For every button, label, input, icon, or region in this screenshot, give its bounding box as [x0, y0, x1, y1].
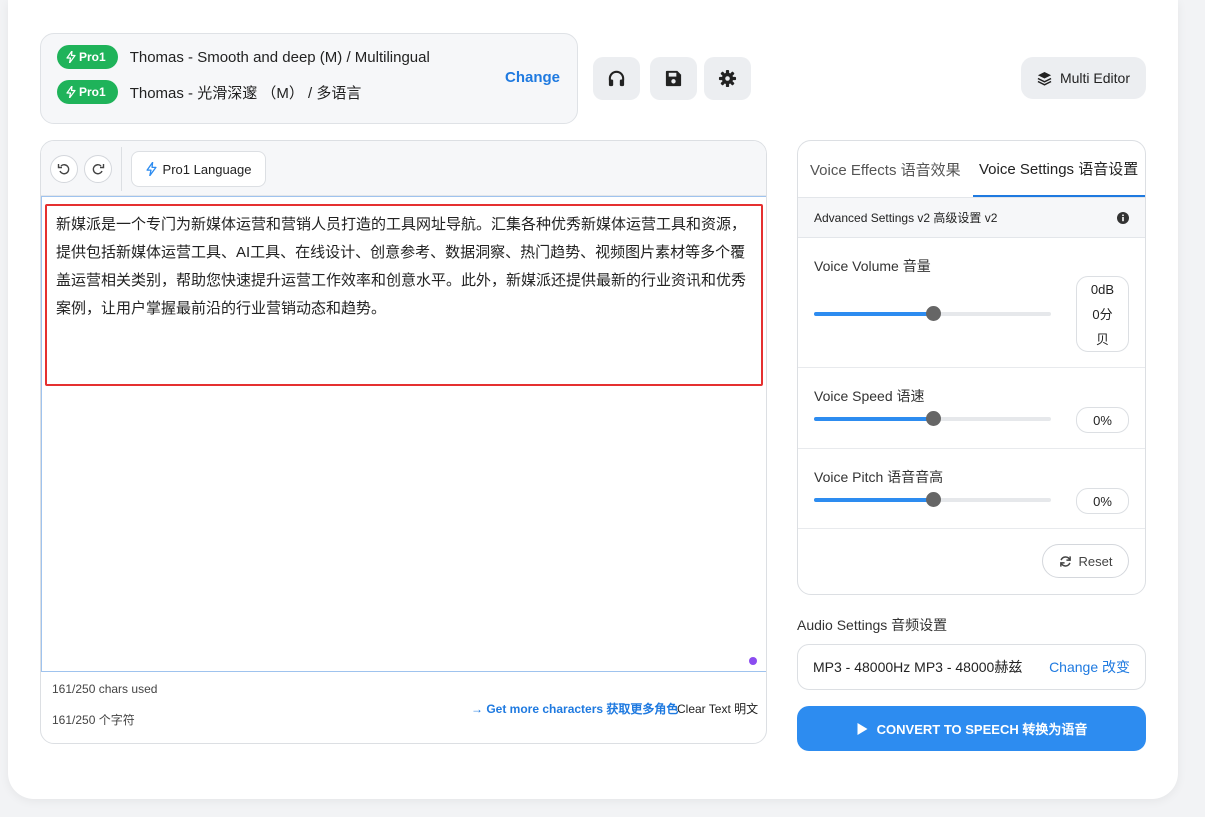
speed-slider-thumb[interactable]: [925, 411, 941, 426]
volume-slider-fill: [814, 312, 933, 316]
toolbar-divider: [121, 147, 122, 191]
language-label: Pro1 Language: [162, 161, 252, 177]
volume-value-line3: 贝: [1095, 331, 1109, 347]
undo-button[interactable]: [50, 155, 78, 183]
resize-dot: [749, 657, 757, 665]
pitch-slider-thumb[interactable]: [925, 492, 941, 507]
volume-value-line2: 0分: [1092, 306, 1113, 322]
tab-voice-effects[interactable]: Voice Effects 语音效果: [810, 141, 961, 197]
advanced-settings-bar: Advanced Settings v2 高级设置 v2: [798, 197, 1145, 238]
gear-icon: [718, 69, 737, 88]
change-audio-button[interactable]: Change 改变: [1049, 657, 1130, 677]
chars-used-en: 161/250 chars used: [52, 682, 158, 696]
voice-row-secondary: Pro1 Thomas - 光滑深邃 （M） / 多语言: [57, 80, 361, 104]
language-button[interactable]: Pro1 Language: [131, 151, 266, 187]
pitch-section: Voice Pitch 语音音高 0%: [798, 449, 1145, 529]
pitch-slider-fill: [814, 498, 933, 502]
voice-selector[interactable]: Pro1 Thomas - Smooth and deep (M) / Mult…: [40, 33, 578, 124]
audio-format: MP3 - 48000Hz MP3 - 48000赫兹: [813, 659, 1023, 675]
lightning-icon: [66, 51, 76, 63]
clear-text-button[interactable]: Clear Text 明文: [677, 700, 758, 717]
pro-badge-label: Pro1: [79, 50, 106, 64]
advanced-settings-label: Advanced Settings v2 高级设置 v2: [814, 211, 998, 225]
text-editor: Pro1 Language 新媒派是一个专门为新媒体运营和营销人员打造的工具网址…: [40, 140, 767, 744]
volume-label: Voice Volume 音量: [814, 258, 931, 274]
tab-voice-settings[interactable]: Voice Settings 语音设置: [973, 141, 1145, 197]
volume-value-line1: 0dB: [1090, 281, 1115, 297]
redo-icon: [92, 164, 105, 175]
headphones-icon: [608, 70, 625, 87]
settings-panel: Voice Effects 语音效果 Voice Settings 语音设置 A…: [797, 140, 1146, 595]
refresh-icon: [1059, 555, 1071, 567]
undo-icon: [57, 164, 70, 175]
pro-badge-label: Pro1: [79, 85, 106, 99]
volume-slider[interactable]: [814, 306, 1051, 321]
preview-button[interactable]: [593, 57, 640, 100]
save-icon: [665, 70, 682, 87]
convert-label: CONVERT TO SPEECH 转换为语音: [876, 722, 1088, 737]
reset-label: Reset: [1078, 553, 1113, 569]
speed-section: Voice Speed 语速 0%: [798, 368, 1145, 449]
voice-name-secondary: Thomas - 光滑深邃 （M） / 多语言: [129, 84, 362, 102]
reset-button[interactable]: Reset: [1042, 544, 1129, 578]
editor-toolbar: Pro1 Language: [41, 141, 766, 196]
text-selection-highlight: [45, 204, 763, 386]
voice-row-primary: Pro1 Thomas - Smooth and deep (M) / Mult…: [57, 45, 430, 69]
text-input[interactable]: 新媒派是一个专门为新媒体运营和营销人员打造的工具网址导航。汇集各种优秀新媒体运营…: [41, 196, 766, 672]
chars-used-zh: 161/250 个字符: [52, 713, 135, 727]
speed-label: Voice Speed 语速: [814, 388, 925, 404]
play-icon: [857, 722, 868, 735]
pro-badge: Pro1: [57, 80, 118, 104]
speed-slider-fill: [814, 417, 933, 421]
save-button[interactable]: [650, 57, 697, 100]
convert-to-speech-button[interactable]: CONVERT TO SPEECH 转换为语音: [797, 706, 1146, 751]
change-voice-button[interactable]: Change: [505, 69, 560, 86]
speed-slider[interactable]: [814, 411, 1051, 426]
speed-value[interactable]: 0%: [1076, 407, 1129, 433]
pitch-value[interactable]: 0%: [1076, 488, 1129, 514]
lightning-icon: [66, 86, 76, 98]
voice-name-primary: Thomas - Smooth and deep (M) / Multiling…: [129, 48, 430, 66]
layers-icon: [1037, 71, 1052, 86]
lightning-icon: [145, 162, 157, 176]
multi-editor-label: Multi Editor: [1059, 70, 1131, 86]
volume-value[interactable]: 0dB 0分 贝: [1076, 276, 1129, 352]
info-icon[interactable]: [1117, 211, 1129, 224]
pitch-slider[interactable]: [814, 492, 1051, 507]
volume-section: Voice Volume 音量 0dB 0分 贝: [798, 238, 1145, 368]
multi-editor-button[interactable]: Multi Editor: [1021, 57, 1146, 99]
pitch-label: Voice Pitch 语音音高: [814, 469, 944, 485]
audio-settings-title: Audio Settings 音频设置: [797, 617, 948, 633]
audio-format-box: MP3 - 48000Hz MP3 - 48000赫兹 Change 改变: [797, 644, 1146, 690]
redo-button[interactable]: [84, 155, 112, 183]
settings-button[interactable]: [704, 57, 751, 100]
volume-slider-thumb[interactable]: [925, 306, 941, 321]
get-more-characters-link[interactable]: → Get more characters 获取更多角色: [471, 700, 678, 717]
pro-badge: Pro1: [57, 45, 118, 69]
